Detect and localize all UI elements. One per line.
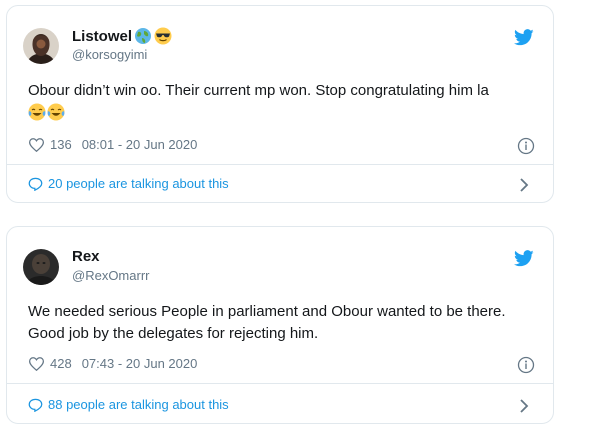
speech-bubble-icon	[28, 177, 43, 191]
timestamp[interactable]: 08:01 - 20 Jun 2020	[82, 137, 198, 152]
tweet-text: Obour didn’t win oo. Their current mp wo…	[28, 80, 533, 124]
tweet-text-content: We needed serious People in parliament a…	[28, 303, 506, 342]
author-name[interactable]: Rex	[72, 248, 100, 265]
timestamp[interactable]: 07:43 - 20 Jun 2020	[82, 356, 198, 371]
like-count[interactable]: 136	[50, 137, 72, 152]
conversation-link[interactable]: 88 people are talking about this	[28, 397, 229, 412]
divider	[7, 164, 553, 165]
tweet-text: We needed serious People in parliament a…	[28, 301, 508, 345]
twitter-bird-icon[interactable]	[514, 29, 534, 46]
tweet-card: Rex @RexOmarrr We needed serious People …	[6, 226, 554, 424]
heart-icon[interactable]	[28, 356, 45, 371]
twitter-bird-icon[interactable]	[514, 250, 534, 267]
tweet-text-content: Obour didn’t win oo. Their current mp wo…	[28, 82, 489, 99]
like-count[interactable]: 428	[50, 356, 72, 371]
talking-count: 20 people are talking about this	[48, 176, 229, 191]
heart-icon[interactable]	[28, 137, 45, 152]
chevron-right-icon[interactable]	[519, 399, 529, 413]
author-handle[interactable]: @korsogyimi	[72, 47, 147, 62]
sunglasses-emoji-icon	[154, 27, 172, 45]
conversation-link[interactable]: 20 people are talking about this	[28, 176, 229, 191]
chevron-right-icon[interactable]	[519, 178, 529, 192]
talking-count: 88 people are talking about this	[48, 397, 229, 412]
tweet-card: Listowel @korsogyimi Obour didn’t win oo…	[6, 5, 554, 203]
avatar[interactable]	[23, 249, 59, 285]
tears-of-joy-emoji-icon	[28, 103, 46, 121]
divider	[7, 383, 553, 384]
info-icon[interactable]	[517, 356, 535, 374]
author-name-text: Listowel	[72, 27, 133, 45]
speech-bubble-icon	[28, 398, 43, 412]
tweet-meta: 136 08:01 - 20 Jun 2020	[28, 137, 198, 152]
globe-icon	[134, 27, 152, 45]
author-name[interactable]: Listowel	[72, 27, 172, 45]
info-icon[interactable]	[517, 137, 535, 155]
avatar[interactable]	[23, 28, 59, 64]
tweet-meta: 428 07:43 - 20 Jun 2020	[28, 356, 198, 371]
author-handle[interactable]: @RexOmarrr	[72, 268, 149, 283]
tears-of-joy-emoji-icon	[47, 103, 65, 121]
author-name-text: Rex	[72, 248, 100, 265]
